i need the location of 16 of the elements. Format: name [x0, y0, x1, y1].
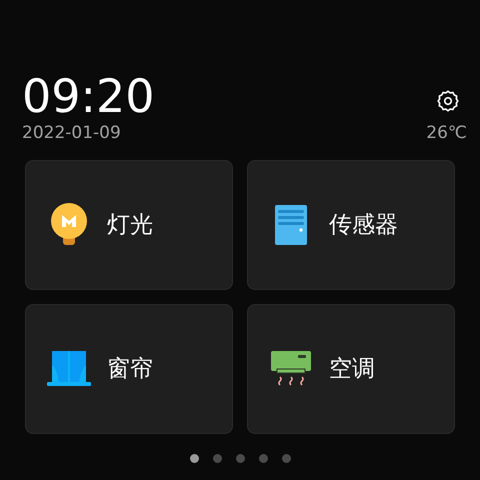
- curtain-icon: [47, 351, 91, 387]
- device-label: 窗帘: [107, 354, 153, 384]
- server-icon: [275, 205, 307, 245]
- temperature-text: 26℃: [426, 122, 467, 144]
- air-conditioner-icon: [271, 351, 311, 387]
- device-card[interactable]: 传感器: [247, 160, 455, 290]
- device-label: 传感器: [329, 210, 398, 240]
- settings-icon[interactable]: [435, 88, 461, 114]
- light-bulb-icon: [50, 203, 88, 247]
- device-label: 灯光: [107, 210, 153, 240]
- device-card[interactable]: 空调: [247, 304, 455, 434]
- clock-time: 09:20: [22, 70, 155, 122]
- date-text: 2022-01-09: [22, 122, 122, 144]
- device-card[interactable]: 灯光: [25, 160, 233, 290]
- device-card[interactable]: 窗帘: [25, 304, 233, 434]
- device-label: 空调: [329, 354, 375, 384]
